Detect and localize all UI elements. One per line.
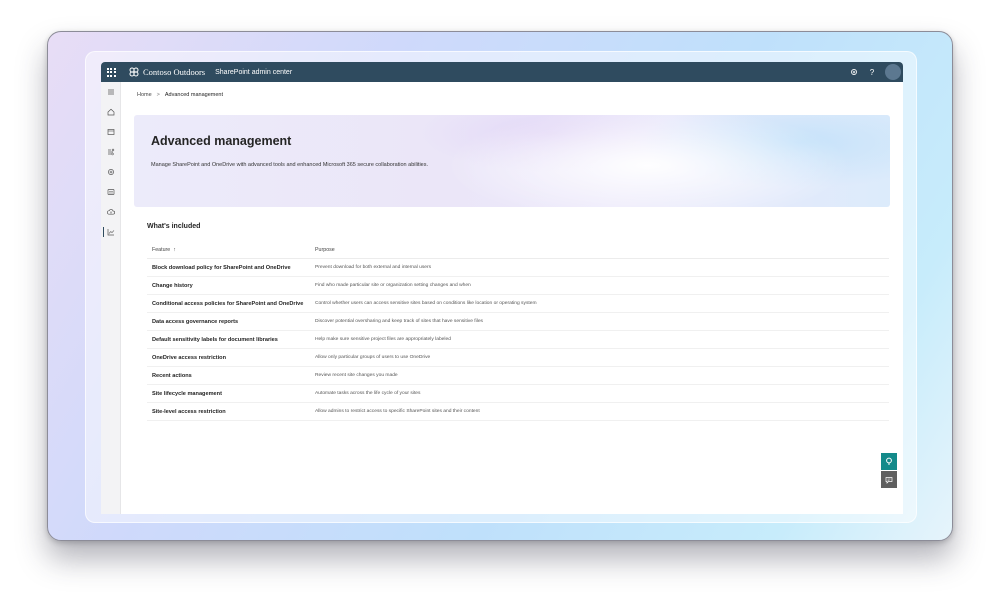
features-table: Feature ↑ Purpose Block download policy f… (147, 241, 889, 421)
nav-sites[interactable] (101, 125, 121, 139)
breadcrumb-current: Advanced management (164, 92, 223, 98)
hero-banner: Advanced management Manage SharePoint an… (134, 115, 890, 207)
table-row[interactable]: Conditional access policies for SharePoi… (147, 295, 889, 313)
purpose-cell: Review recent site changes you made (315, 373, 398, 378)
column-header-purpose[interactable]: Purpose (315, 247, 889, 253)
table-row[interactable]: Block download policy for SharePoint and… (147, 259, 889, 277)
contoso-logo-icon (129, 67, 139, 77)
table-row[interactable]: Default sensitivity labels for document … (147, 331, 889, 349)
section-title: What's included (147, 223, 201, 230)
content-services-icon (107, 189, 115, 195)
sort-ascending-icon: ↑ (173, 246, 176, 253)
screen-bezel: Contoso Outdoors SharePoint admin center… (85, 51, 917, 523)
brand-name: Contoso Outdoors (143, 67, 206, 77)
feedback-icon (885, 476, 893, 484)
nav-migration[interactable] (101, 205, 121, 219)
purpose-cell: Allow only particular groups of users to… (315, 355, 431, 360)
feature-cell: Data access governance reports (152, 318, 239, 325)
top-bar: Contoso Outdoors SharePoint admin center… (101, 62, 903, 82)
feature-cell: Conditional access policies for SharePoi… (152, 300, 304, 307)
help-chat-icon (886, 457, 892, 465)
column-header-feature-label: Feature (152, 246, 171, 253)
table-row[interactable]: Change history Find who made particular … (147, 277, 889, 295)
feature-cell: Default sensitivity labels for document … (152, 336, 278, 343)
floating-actions (881, 453, 897, 488)
sites-icon (107, 129, 115, 135)
purpose-cell: Discover potential oversharing and keep … (315, 319, 483, 324)
waffle-icon (106, 67, 116, 77)
feedback-button[interactable] (881, 471, 897, 488)
app-name: SharePoint admin center (215, 68, 293, 76)
gear-icon (851, 69, 857, 75)
feature-cell: Site-level access restriction (152, 408, 226, 415)
purpose-cell: Control whether users can access sensiti… (315, 301, 537, 306)
left-nav-rail (101, 82, 121, 514)
nav-content-services[interactable] (101, 185, 121, 199)
menu-icon (108, 89, 114, 95)
feature-cell: Block download policy for SharePoint and… (152, 264, 291, 271)
table-row[interactable]: Site lifecycle management Automate tasks… (147, 385, 889, 403)
breadcrumb-home[interactable]: Home (137, 92, 152, 98)
table-row[interactable]: Site-level access restriction Allow admi… (147, 403, 889, 421)
purpose-cell: Help make sure sensitive project files a… (315, 337, 451, 342)
reports-icon (107, 229, 115, 236)
settings-icon (108, 169, 114, 175)
top-bar-actions: ? (845, 62, 903, 82)
table-row[interactable]: Data access governance reports Discover … (147, 313, 889, 331)
purpose-cell: Prevent download for both external and i… (315, 265, 432, 270)
nav-settings[interactable] (101, 165, 121, 179)
feature-cell: Change history (152, 282, 193, 289)
migration-icon (107, 209, 115, 215)
avatar[interactable] (885, 64, 901, 80)
nav-reports[interactable] (101, 225, 121, 239)
nav-policies[interactable] (101, 145, 121, 159)
breadcrumb: Home > Advanced management (137, 92, 223, 98)
purpose-cell: Find who made particular site or organiz… (315, 283, 471, 288)
page-title: Advanced management (151, 134, 292, 148)
main-content: Home > Advanced management Advanced mana… (121, 82, 903, 514)
page-description: Manage SharePoint and OneDrive with adva… (151, 162, 429, 168)
brand[interactable]: Contoso Outdoors (129, 67, 205, 77)
help-button[interactable]: ? (863, 62, 881, 82)
help-chat-button[interactable] (881, 453, 897, 470)
purpose-cell: Allow admins to restrict access to speci… (315, 409, 480, 414)
device-frame: Contoso Outdoors SharePoint admin center… (47, 31, 953, 541)
home-icon (107, 108, 115, 116)
table-header: Feature ↑ Purpose (147, 241, 889, 259)
policies-icon (108, 148, 115, 156)
purpose-cell: Automate tasks across the life cycle of … (315, 391, 421, 396)
table-row[interactable]: Recent actions Review recent site change… (147, 367, 889, 385)
app-launcher-button[interactable] (101, 62, 121, 82)
browser-window: Contoso Outdoors SharePoint admin center… (101, 62, 903, 514)
feature-cell: OneDrive access restriction (152, 354, 226, 361)
feature-cell: Site lifecycle management (152, 390, 222, 397)
chevron-right-icon: > (156, 92, 160, 98)
column-header-feature[interactable]: Feature ↑ (147, 247, 315, 253)
nav-home[interactable] (101, 105, 121, 119)
settings-button[interactable] (845, 62, 863, 82)
feature-cell: Recent actions (152, 372, 192, 379)
table-row[interactable]: OneDrive access restriction Allow only p… (147, 349, 889, 367)
nav-menu-toggle[interactable] (101, 85, 121, 99)
